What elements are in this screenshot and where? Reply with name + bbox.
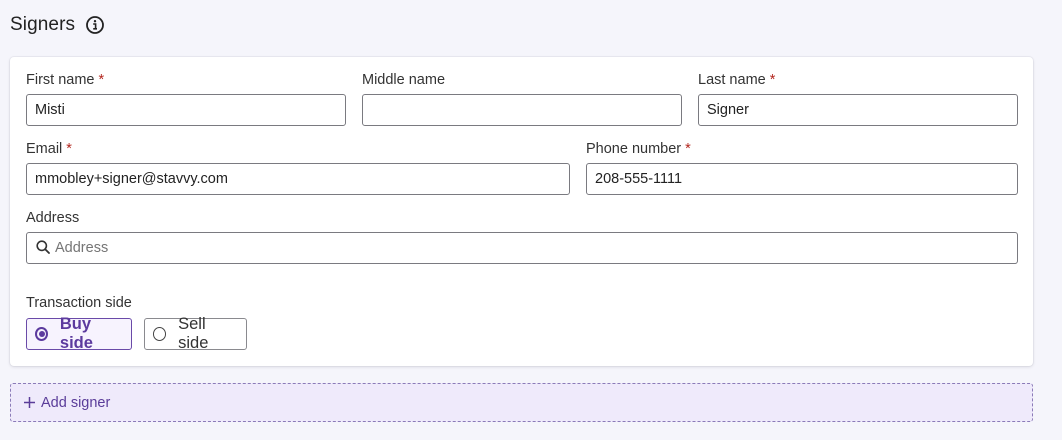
add-signer-label: Add signer: [41, 394, 111, 411]
middle-name-input[interactable]: [362, 94, 682, 126]
required-mark: *: [98, 72, 105, 88]
radio-selected-icon: [35, 327, 48, 341]
phone-label: Phone number *: [586, 141, 691, 157]
address-label: Address: [26, 210, 80, 226]
email-label: Email *: [26, 141, 72, 157]
last-name-input[interactable]: [698, 94, 1018, 126]
email-field: Email *: [26, 140, 72, 158]
address-input[interactable]: [26, 232, 1018, 264]
section-title: Signers: [10, 14, 76, 35]
middle-name-label: Middle name: [362, 72, 446, 88]
first-name-label: First name *: [26, 72, 105, 88]
last-name-label: Last name *: [698, 72, 776, 88]
info-icon[interactable]: [85, 15, 105, 35]
phone-field: Phone number *: [586, 140, 691, 158]
email-input[interactable]: [26, 163, 570, 195]
transaction-side-field: Transaction side: [26, 294, 132, 312]
search-icon: [36, 240, 50, 254]
first-name-input[interactable]: [26, 94, 346, 126]
phone-input[interactable]: [586, 163, 1018, 195]
address-input-wrapper: [26, 232, 1018, 264]
required-mark: *: [685, 141, 691, 157]
buy-side-radio[interactable]: Buy side: [26, 315, 132, 352]
middle-name-field: Middle name: [362, 71, 445, 89]
transaction-side-radio-group: Buy side Sell side: [26, 315, 247, 352]
radio-unselected-icon: [153, 327, 167, 341]
first-name-field: First name *: [26, 71, 104, 89]
required-mark: *: [769, 72, 776, 88]
plus-icon: [23, 396, 36, 409]
add-signer-button[interactable]: Add signer: [10, 383, 1033, 422]
last-name-field: Last name *: [698, 71, 775, 89]
buy-side-label: Buy side: [59, 315, 93, 352]
signer-card: First name* Middle name Last name* Email…: [10, 57, 1033, 366]
sell-side-radio[interactable]: Sell side: [144, 315, 247, 352]
address-field: Address: [26, 209, 79, 227]
sell-side-label: Sell side: [178, 315, 209, 352]
required-mark: *: [66, 141, 72, 157]
transaction-side-label: Transaction side: [26, 295, 132, 311]
section-header: Signers: [10, 12, 105, 38]
